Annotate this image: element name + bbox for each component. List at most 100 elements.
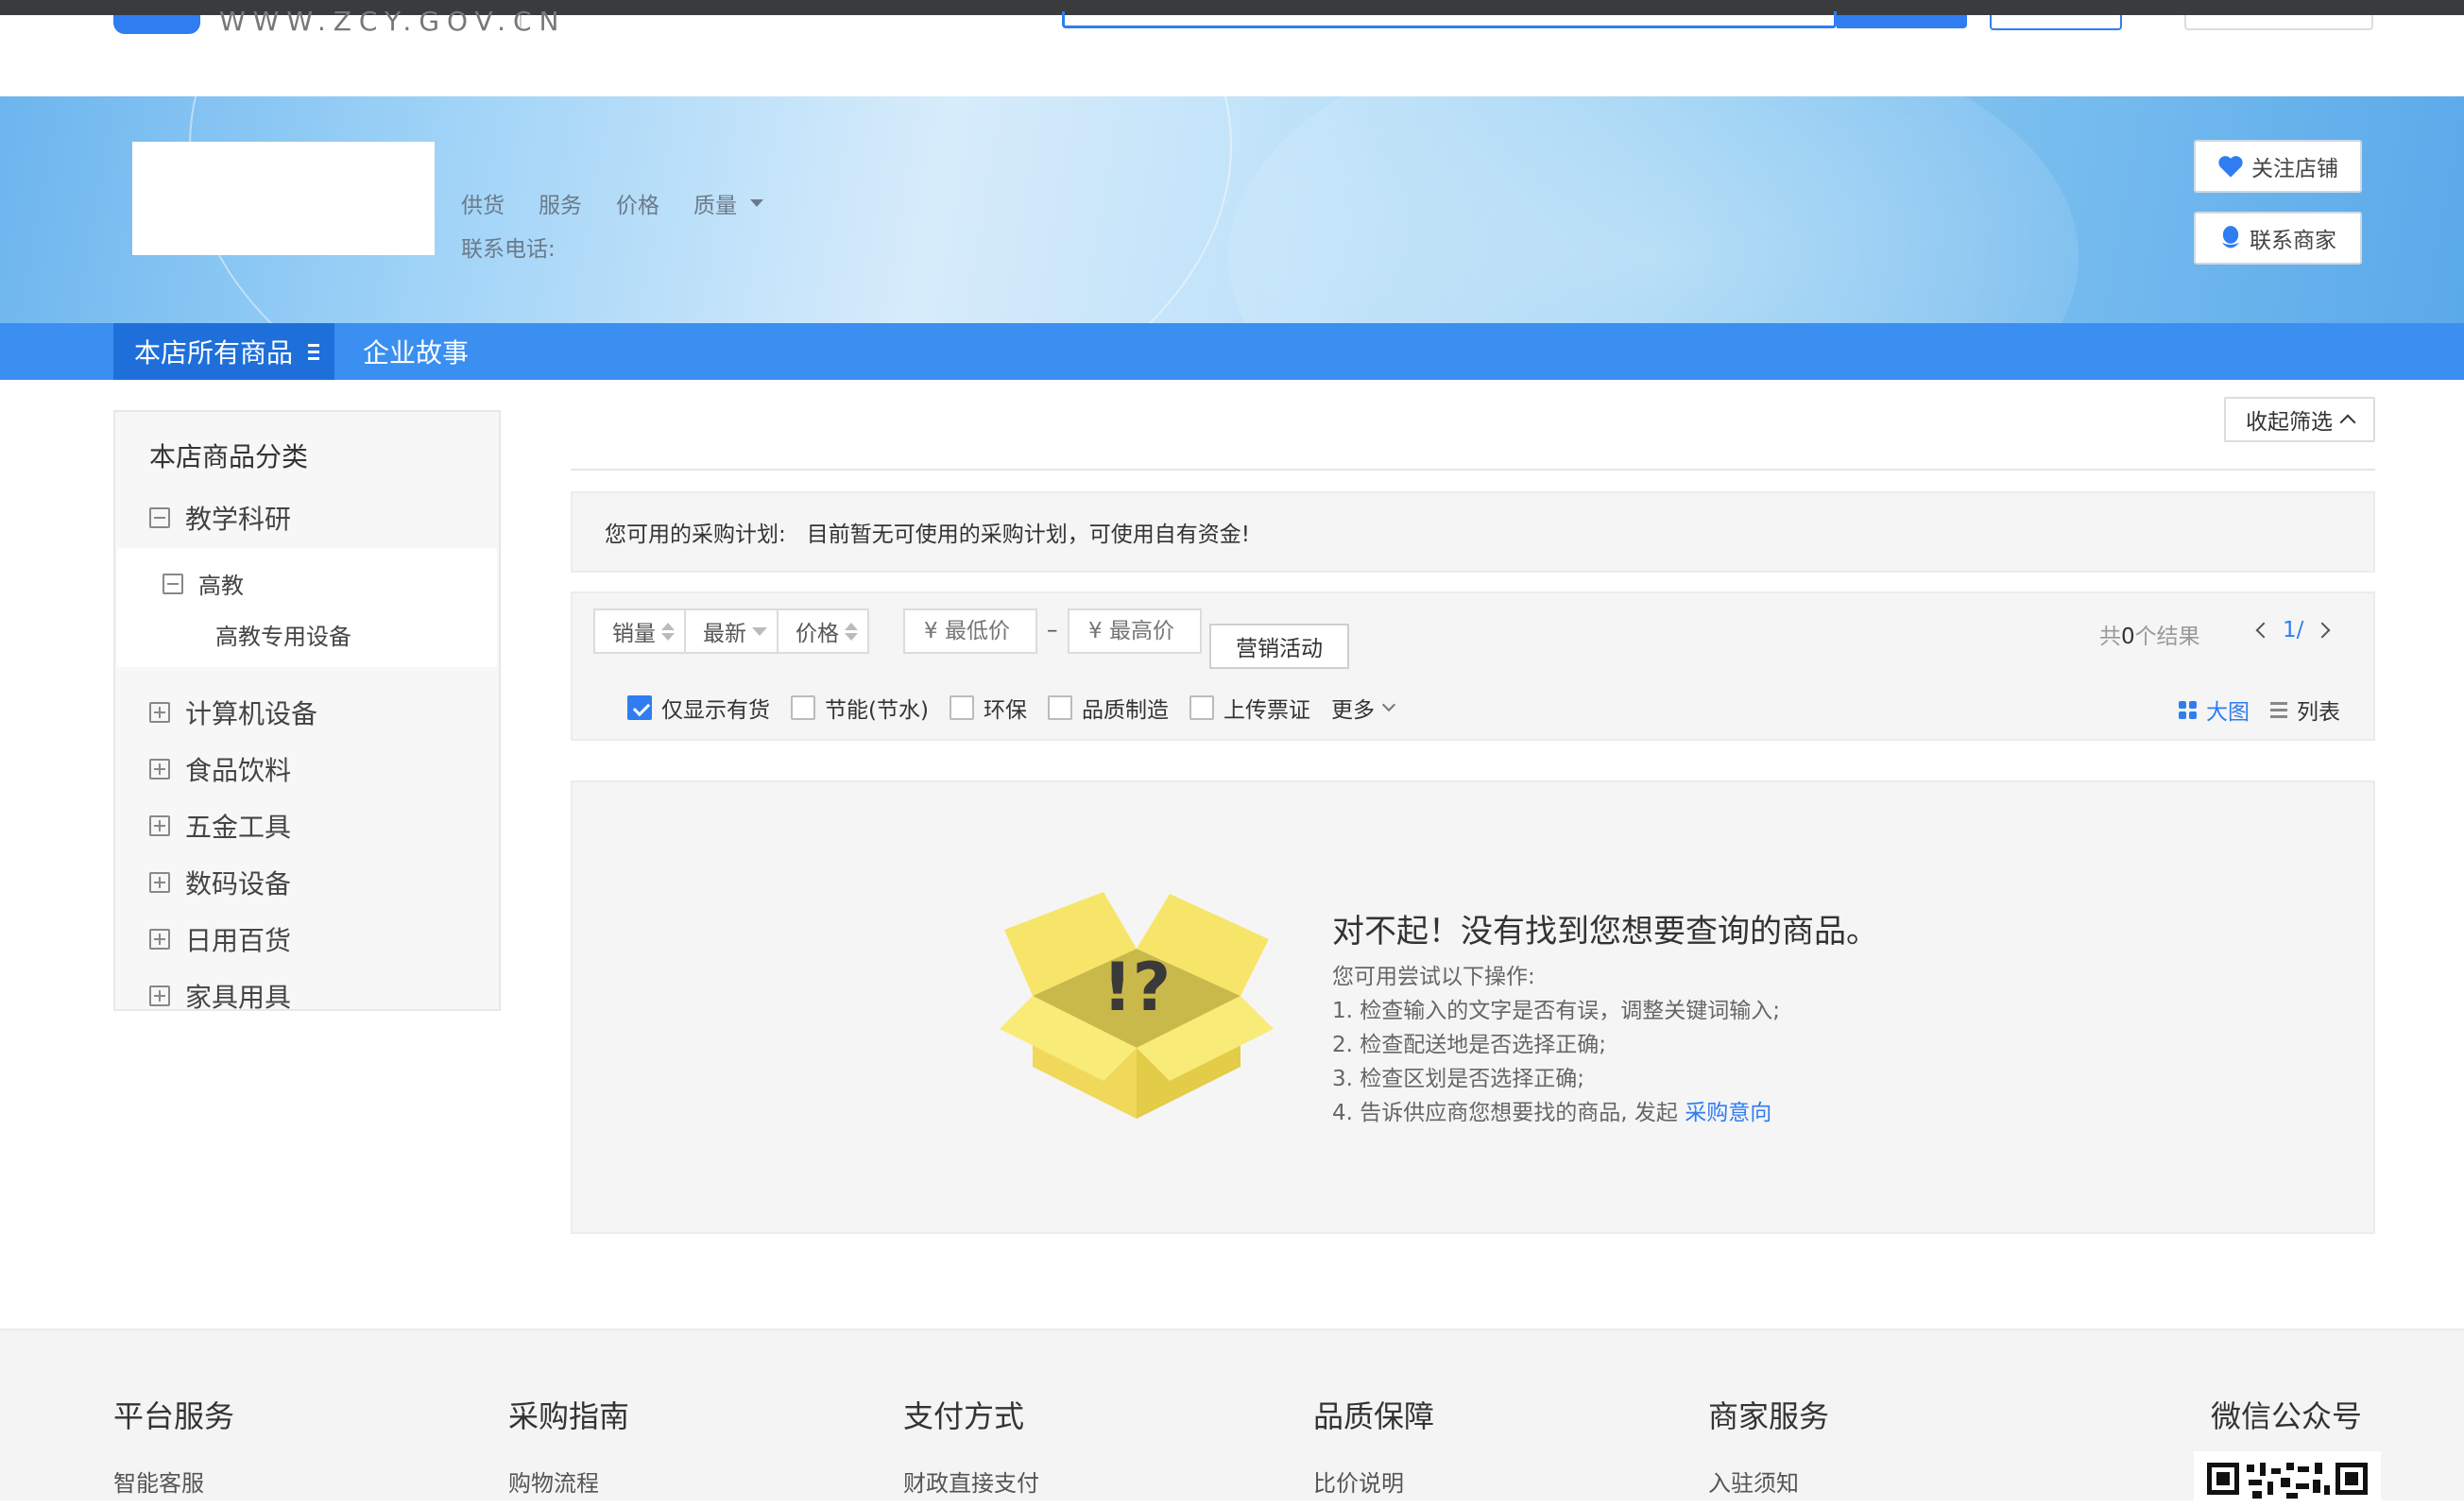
filter-quality-made[interactable]: 品质制造 — [1047, 692, 1169, 724]
expand-icon — [149, 815, 170, 836]
filter-in-stock[interactable]: 仅显示有货 — [627, 692, 770, 724]
checkbox[interactable] — [949, 695, 974, 720]
footer-link[interactable]: 购物流程 — [508, 1465, 629, 1498]
checkbox-checked[interactable] — [627, 695, 652, 720]
footer: 平台服务 智能客服 采购指南 购物流程 支付方式 财政直接支付 品质保障 比价说… — [0, 1328, 2464, 1508]
contact-merchant-button[interactable]: 联系商家 — [2194, 212, 2362, 265]
promotion-button[interactable]: 营销活动 — [1209, 624, 1349, 669]
sort-newest-button[interactable]: 最新 — [684, 608, 779, 654]
sort-price-button[interactable]: 价格 — [777, 608, 869, 654]
sort-down-icon — [752, 626, 767, 636]
search-input[interactable] — [1062, 11, 1837, 28]
sidebar-item-hardware[interactable]: 五金工具 — [149, 807, 291, 845]
sort-price-label: 价格 — [796, 622, 839, 646]
expand-icon — [149, 929, 170, 950]
chevron-left-icon[interactable] — [2255, 622, 2272, 639]
sidebar-item-teaching[interactable]: 教学科研 — [149, 499, 291, 537]
qr-code-icon — [2207, 1463, 2368, 1499]
empty-results: !? 对不起！没有找到您想要查询的商品。 您可用尝试以下操作: 1. 检查输入的… — [571, 780, 2375, 1234]
store-tag-quality[interactable]: 质量 — [693, 187, 763, 219]
footer-link[interactable]: 财政直接支付 — [903, 1465, 1039, 1498]
footer-col-title: 品质保障 — [1313, 1398, 1435, 1434]
footer-col-guide: 采购指南 购物流程 — [508, 1393, 629, 1498]
store-tag-quality-label: 质量 — [693, 194, 737, 218]
sidebar-subcategories: 高教 高教专用设备 — [117, 548, 497, 667]
checkbox[interactable] — [1047, 695, 1072, 720]
empty-title: 对不起！没有找到您想要查询的商品。 — [1332, 913, 1878, 951]
purchase-intent-link[interactable]: 采购意向 — [1685, 1101, 1771, 1125]
sort-group: 销量 最新 价格 — [593, 608, 869, 654]
result-prefix: 共 — [2099, 625, 2121, 649]
more-filters-button[interactable]: 更多 — [1330, 692, 1396, 724]
sidebar-item-digital[interactable]: 数码设备 — [149, 864, 291, 901]
footer-col-title: 商家服务 — [1708, 1398, 1830, 1434]
checkbox[interactable] — [791, 695, 815, 720]
footer-col-platform: 平台服务 智能客服 — [113, 1393, 234, 1498]
filter-upload-invoice[interactable]: 上传票证 — [1189, 692, 1310, 724]
empty-tip-2: 2. 检查配送地是否选择正确; — [1332, 1033, 1607, 1057]
heart-icon — [2218, 156, 2243, 178]
sidebar-item-label: 计算机设备 — [185, 698, 318, 729]
view-list-button[interactable]: 列表 — [2270, 694, 2340, 726]
empty-tip-4-text: 4. 告诉供应商您想要找的商品, 发起 — [1332, 1101, 1678, 1125]
collapse-filter-label: 收起筛选 — [2246, 410, 2333, 435]
sidebar-item-daily[interactable]: 日用百货 — [149, 920, 291, 958]
contact-merchant-label: 联系商家 — [2250, 229, 2336, 253]
sidebar-subitem-higher-ed[interactable]: 高教 — [163, 567, 244, 600]
search-button[interactable] — [1837, 15, 1967, 28]
pager: 1/ — [2255, 618, 2331, 643]
chevron-right-icon[interactable] — [2314, 622, 2331, 639]
footer-col-title: 采购指南 — [508, 1398, 630, 1434]
sidebar-item-food[interactable]: 食品饮料 — [149, 750, 291, 788]
sidebar-item-label: 高教 — [198, 573, 244, 599]
sidebar-title: 本店商品分类 — [149, 441, 309, 472]
footer-link[interactable]: 智能客服 — [113, 1465, 234, 1498]
price-min-input[interactable] — [903, 608, 1037, 654]
procurement-plan-notice: 您可用的采购计划: 目前暂无可使用的采购计划，可使用自有资金! — [571, 491, 2375, 573]
footer-col-title: 平台服务 — [113, 1398, 235, 1434]
empty-tip-3: 3. 检查区划是否选择正确; — [1332, 1067, 1585, 1091]
page-indicator: 1/ — [2283, 618, 2304, 643]
follow-store-label: 关注店铺 — [2251, 157, 2338, 181]
tab-all-goods-label: 本店所有商品 — [134, 337, 294, 368]
store-logo — [132, 142, 435, 255]
header-button[interactable] — [1990, 15, 2122, 30]
store-nav: 本店所有商品 企业故事 — [0, 323, 2464, 380]
chevron-down-icon — [1381, 697, 1396, 712]
filter-label: 品质制造 — [1081, 698, 1169, 723]
sidebar-leaf-higher-ed-equipment[interactable]: 高教专用设备 — [215, 618, 351, 651]
store-tag-supply: 供货 — [461, 194, 505, 218]
empty-intro: 您可用尝试以下操作: — [1332, 965, 1535, 989]
tab-all-goods[interactable]: 本店所有商品 — [113, 323, 334, 380]
caret-down-icon — [750, 199, 763, 207]
header-cart-button[interactable] — [2184, 15, 2373, 30]
category-sidebar: 本店商品分类 教学科研 高教 高教专用设备 计算机设备 食品饮料 五金工具 数码… — [113, 410, 501, 1013]
footer-link[interactable]: 入驻须知 — [1708, 1465, 1829, 1498]
sort-sales-button[interactable]: 销量 — [593, 608, 686, 654]
expand-icon — [149, 759, 170, 780]
site-logo[interactable] — [113, 15, 200, 34]
store-phone: 联系电话: — [461, 237, 556, 262]
sidebar-item-furniture[interactable]: 家具用具 — [149, 977, 291, 1015]
price-max-input[interactable] — [1068, 608, 1202, 654]
list-icon — [2270, 701, 2287, 718]
sort-arrows-icon — [661, 622, 675, 641]
collapse-filter-button[interactable]: 收起筛选 — [2224, 397, 2375, 442]
sidebar-item-computer[interactable]: 计算机设备 — [149, 694, 317, 731]
follow-store-button[interactable]: 关注店铺 — [2194, 140, 2362, 193]
store-rating-tags: 供货 服务 价格 质量 — [461, 187, 763, 219]
qq-icon — [2221, 226, 2240, 248]
more-filters-label: 更多 — [1330, 698, 1375, 723]
filter-label: 上传票证 — [1223, 698, 1310, 723]
result-suffix: 个结果 — [2134, 625, 2200, 649]
checkbox[interactable] — [1189, 695, 1214, 720]
filter-eco[interactable]: 环保 — [949, 692, 1027, 724]
grid-icon — [2179, 700, 2197, 719]
tab-company-story[interactable]: 企业故事 — [363, 323, 469, 380]
footer-link[interactable]: 比价说明 — [1313, 1465, 1434, 1498]
view-grid-button[interactable]: 大图 — [2179, 694, 2250, 726]
footer-col-title: 支付方式 — [903, 1398, 1025, 1434]
sidebar-item-label: 家具用具 — [185, 982, 292, 1013]
store-banner: 供货 服务 价格 质量 联系电话: 关注店铺 联系商家 — [0, 96, 2464, 323]
filter-energy-saving[interactable]: 节能(节水) — [791, 692, 929, 724]
